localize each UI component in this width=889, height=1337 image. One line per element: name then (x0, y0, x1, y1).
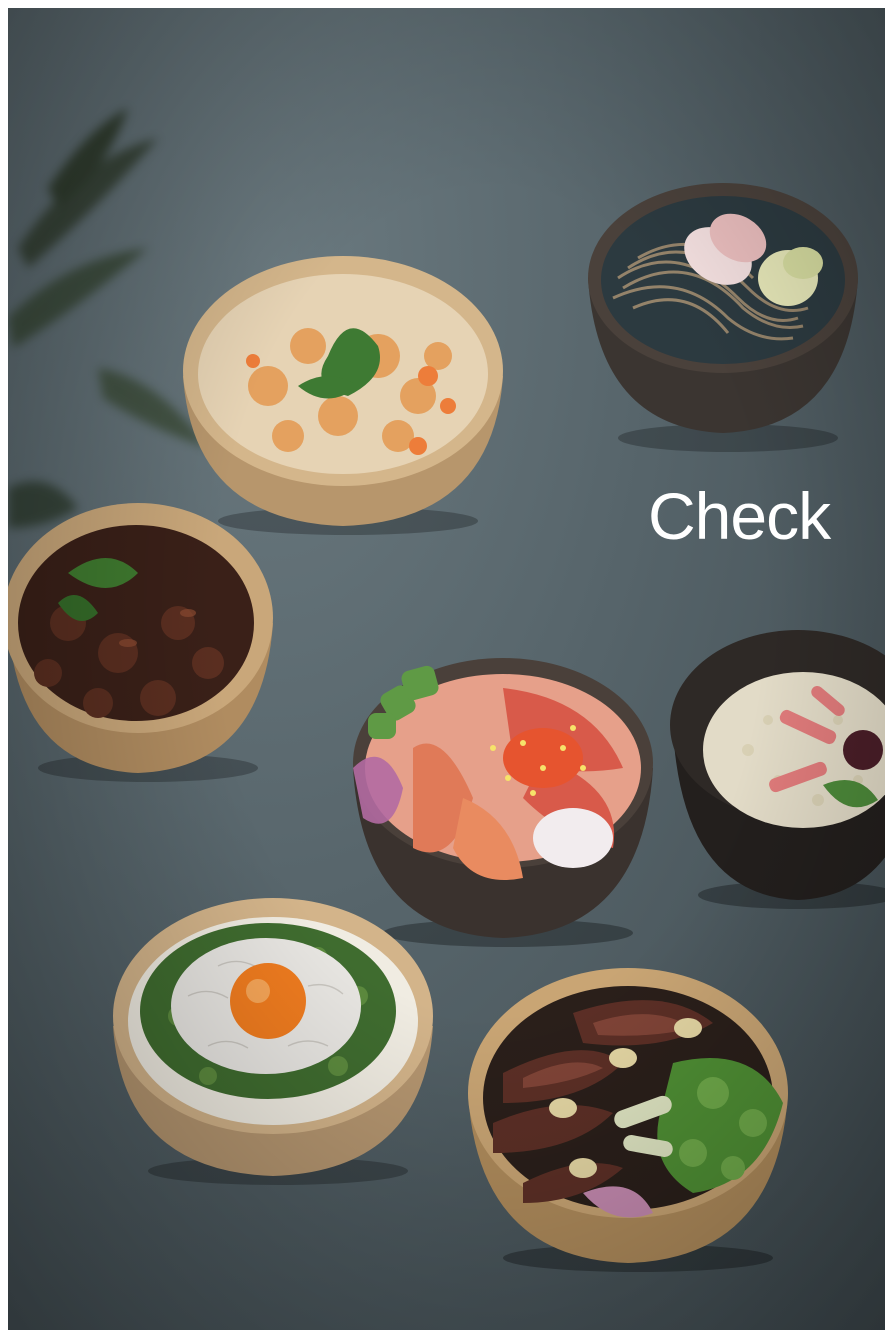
soba-noodle-bowl (578, 168, 868, 453)
steak-rice-bowl (463, 953, 798, 1273)
shirasu-egg-yolk-bowl (108, 886, 438, 1186)
food-photo: Check (8, 8, 885, 1330)
mushroom-stew-bowl (8, 493, 278, 783)
crab-rice-bowl (668, 620, 885, 910)
check-heading: Check (648, 479, 831, 553)
